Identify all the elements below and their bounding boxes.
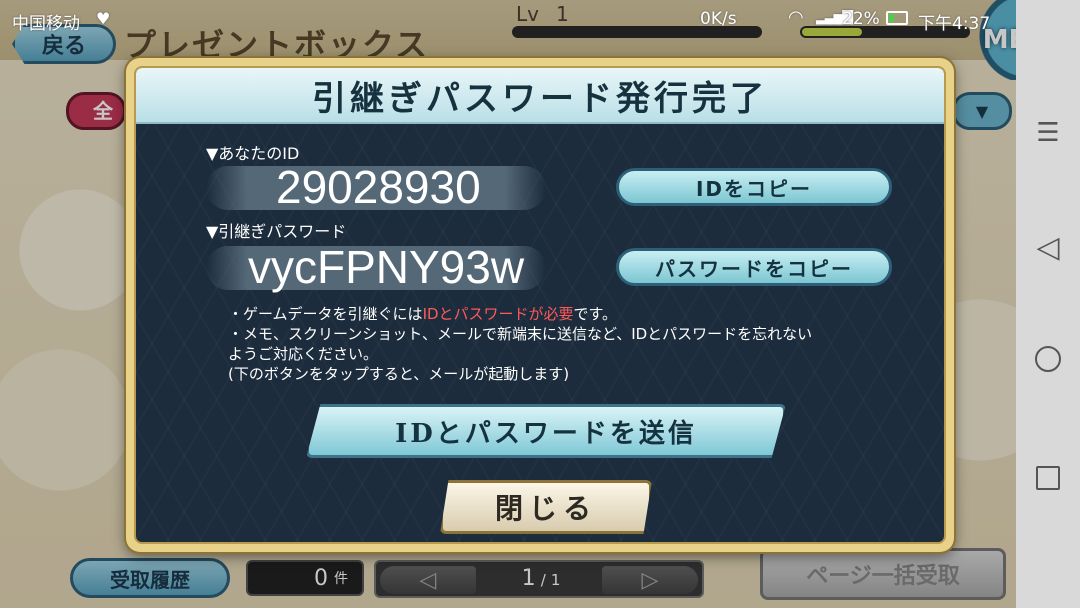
battery-icon — [886, 11, 908, 25]
note-highlight: IDとパスワードが必要 — [422, 305, 574, 323]
notification-pull-icon[interactable]: ☰ — [1016, 118, 1080, 148]
transfer-password-dialog: 引継ぎパスワード発行完了 ▼あなたのID 29028930 IDをコピー ▼引継… — [126, 58, 954, 552]
note-line-1-prefix: ・ゲームデータを引継ぐには — [228, 305, 423, 323]
note-line-4: (下のボタンをタップすると、メールが起動します) — [228, 365, 570, 383]
send-id-password-button[interactable]: IDとパスワードを送信 — [306, 404, 786, 458]
copy-password-button[interactable]: パスワードをコピー — [616, 248, 892, 286]
note-line-2: ・メモ、スクリーンショット、メールで新端末に送信など、IDとパスワードを忘れない — [228, 325, 813, 343]
note-line-1: ・ゲームデータを引継ぐにはIDとパスワードが必要です。 — [228, 304, 812, 324]
back-icon[interactable]: ◁ — [1016, 230, 1080, 265]
wifi-icon: ◠ — [788, 7, 804, 28]
close-button[interactable]: 閉じる — [440, 480, 652, 534]
note-line-1-suffix: です。 — [573, 305, 618, 323]
password-label: ▼引継ぎパスワード — [206, 222, 347, 241]
dialog-body: 引継ぎパスワード発行完了 ▼あなたのID 29028930 IDをコピー ▼引継… — [134, 66, 946, 544]
heart-icon: ♥ — [96, 9, 111, 28]
navigation-bar: ☰ ◁ — [1016, 0, 1080, 608]
network-speed: 0K/s — [700, 9, 737, 29]
note-line-3: ようご対応ください。 — [228, 345, 379, 363]
id-value: 29028930 — [276, 161, 481, 213]
clock: 下午4:37 — [918, 14, 991, 34]
dialog-header: 引継ぎパスワード発行完了 — [136, 68, 944, 124]
dialog-title: 引継ぎパスワード発行完了 — [312, 78, 768, 119]
status-bar: 中国移动 ♥ 0K/s ◠ ▂▃▅▇ 22% 下午4:37 — [0, 0, 1080, 40]
password-value: vycFPNY93w — [248, 241, 525, 293]
copy-id-button[interactable]: IDをコピー — [616, 168, 892, 206]
battery-percent: 22% — [842, 9, 880, 29]
recent-apps-icon[interactable] — [1016, 466, 1080, 494]
carrier-name: 中国移动 — [12, 14, 80, 34]
instructions: ・ゲームデータを引継ぐにはIDとパスワードが必要です。 ・メモ、スクリーンショッ… — [228, 304, 812, 384]
home-icon[interactable] — [1016, 346, 1080, 376]
